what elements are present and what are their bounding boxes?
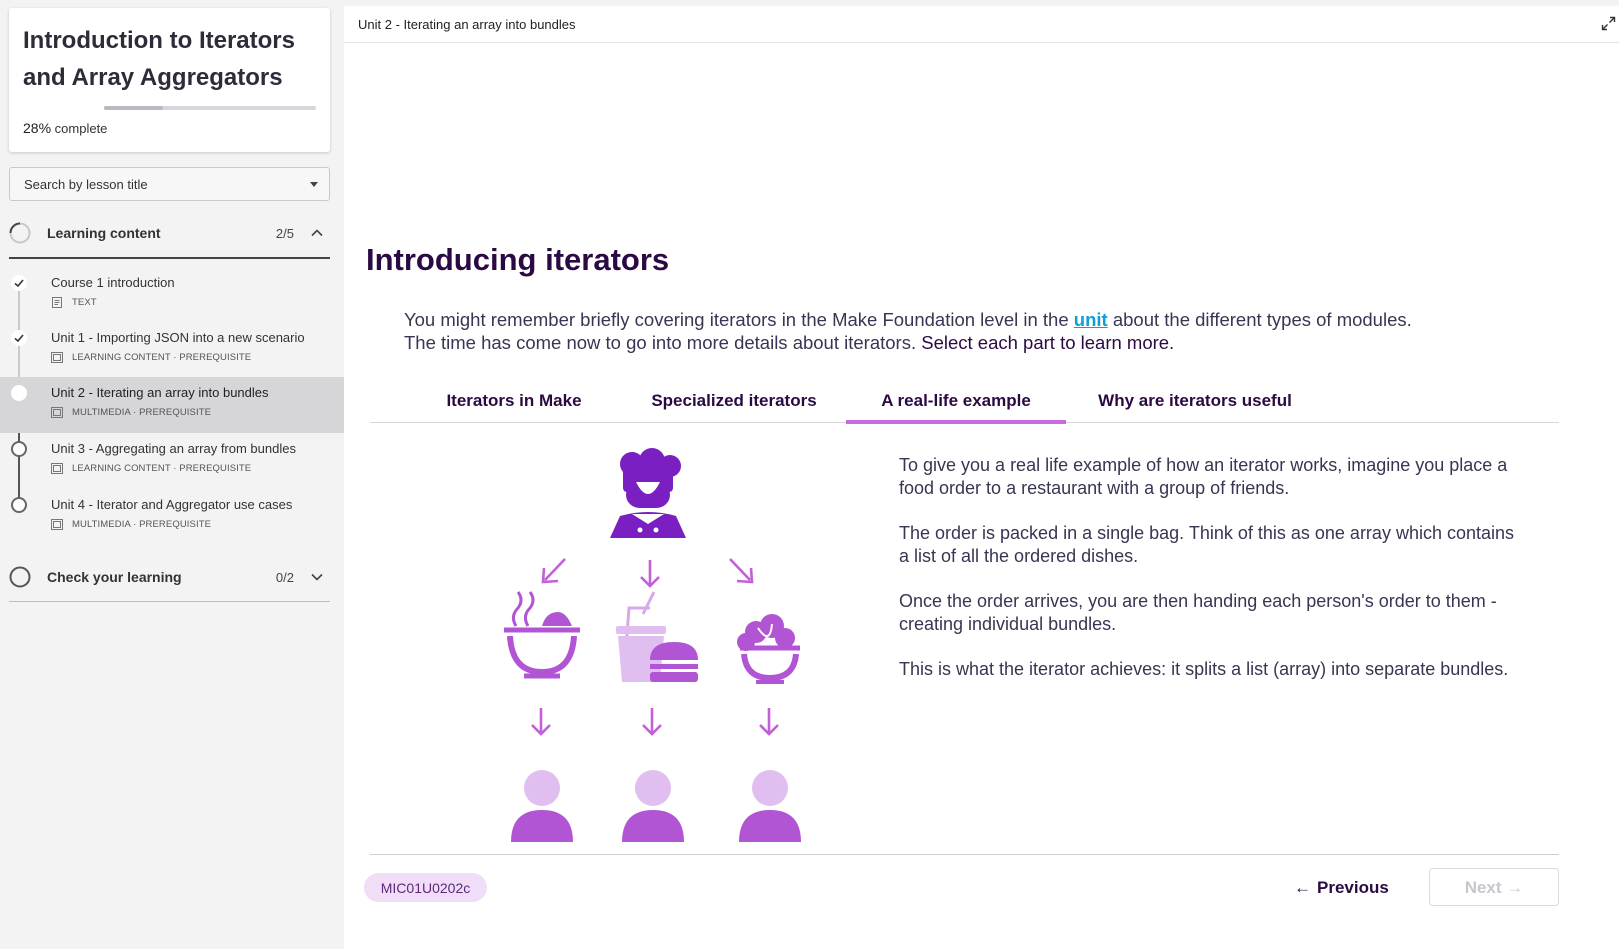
drink-burger-icon	[616, 591, 698, 682]
tab-iterators-in-make[interactable]: Iterators in Make	[405, 382, 623, 423]
tab-panel-text: To give you a real life example of how a…	[899, 454, 1519, 704]
breadcrumb: Unit 2 - Iterating an array into bundles	[358, 17, 576, 32]
lesson-title: Unit 3 - Aggregating an array from bundl…	[51, 441, 296, 456]
lesson-title: Unit 2 - Iterating an array into bundles	[51, 385, 269, 400]
document-icon	[52, 297, 62, 308]
expand-icon[interactable]	[1601, 16, 1616, 31]
course-card: Introduction to Iterators and Array Aggr…	[9, 8, 330, 152]
lesson-type: LEARNING CONTENT · PREREQUISITE	[72, 352, 252, 363]
person-icon	[739, 770, 801, 842]
progress-bar	[104, 106, 316, 110]
panel-paragraph: This is what the iterator achieves: it s…	[899, 659, 1509, 679]
progress-bar-fill	[104, 106, 164, 110]
lesson-type: TEXT	[72, 297, 97, 308]
lesson-item-course-introduction[interactable]: Course 1 introduction TEXT	[0, 267, 344, 323]
intro-instruction: Select each part to learn more.	[921, 331, 1175, 353]
intro-text: You might remember briefly covering iter…	[404, 309, 1074, 330]
section-label: Learning content	[47, 225, 161, 241]
progress-ring-icon	[9, 566, 31, 588]
progress-suffix: complete	[54, 121, 108, 136]
lesson-title: Unit 4 - Iterator and Aggregator use cas…	[51, 497, 293, 512]
lesson-title: Course 1 introduction	[51, 275, 175, 290]
arrow-down-icon	[759, 708, 779, 736]
section-header-check-your-learning[interactable]: Check your learning 0/2	[9, 555, 330, 600]
unit-link[interactable]: unit	[1074, 309, 1108, 330]
lesson-topbar: Unit 2 - Iterating an array into bundles	[344, 6, 1619, 43]
arrow-right-icon: →	[1506, 878, 1524, 897]
section-header-learning-content[interactable]: Learning content 2/5	[9, 211, 330, 256]
lesson-search-select[interactable]: Search by lesson title	[9, 167, 330, 201]
lesson-title: Unit 1 - Importing JSON into a new scena…	[51, 330, 305, 345]
progress-percent: 28%	[23, 120, 52, 136]
chevron-up-icon	[311, 229, 323, 237]
section-divider	[9, 257, 330, 259]
arrow-down-right-icon	[729, 558, 754, 584]
next-label: Next	[1464, 878, 1502, 897]
media-icon	[51, 352, 63, 363]
lesson-status-node	[11, 441, 27, 457]
chevron-down-icon	[311, 573, 323, 581]
chef-icon	[610, 448, 686, 538]
panel-paragraph: Once the order arrives, you are then han…	[899, 591, 1497, 634]
lesson-status-node	[11, 330, 27, 346]
lesson-item-unit-1[interactable]: Unit 1 - Importing JSON into a new scena…	[0, 322, 344, 378]
tab-real-life-example[interactable]: A real-life example	[846, 382, 1066, 424]
checkmark-icon	[14, 334, 24, 343]
lesson-type: MULTIMEDIA · PREREQUISITE	[72, 519, 212, 530]
lesson-content-panel: Unit 2 - Iterating an array into bundles…	[344, 6, 1619, 949]
checkmark-icon	[14, 279, 24, 288]
content-tabs: Iterators in Make Specialized iterators …	[370, 382, 1559, 424]
iterator-illustration	[504, 448, 801, 842]
media-icon	[51, 407, 63, 418]
tab-specialized-iterators[interactable]: Specialized iterators	[623, 382, 845, 423]
page-title: Introducing iterators	[366, 242, 670, 277]
person-icon	[622, 770, 684, 842]
lesson-item-unit-2-active[interactable]: Unit 2 - Iterating an array into bundles…	[0, 377, 344, 433]
lesson-item-unit-3[interactable]: Unit 3 - Aggregating an array from bundl…	[0, 433, 344, 489]
course-title: Introduction to Iterators and Array Aggr…	[23, 27, 295, 91]
intro-paragraph: You might remember briefly covering iter…	[404, 309, 1414, 354]
previous-label: Previous	[1317, 878, 1389, 897]
salad-bowl-icon	[737, 614, 800, 684]
arrow-down-left-icon	[541, 558, 566, 584]
arrow-left-icon: ←	[1294, 878, 1311, 897]
arrow-down-icon	[642, 708, 662, 736]
section-count: 0/2	[275, 570, 294, 585]
arrow-down-icon	[640, 560, 660, 588]
media-icon	[51, 463, 63, 474]
section-divider	[9, 601, 330, 602]
lesson-status-node	[11, 275, 27, 291]
lesson-item-unit-4[interactable]: Unit 4 - Iterator and Aggregator use cas…	[0, 489, 344, 545]
course-sidebar: Introduction to Iterators and Array Aggr…	[0, 0, 344, 949]
caret-down-icon	[310, 182, 318, 187]
arrow-down-icon	[531, 708, 551, 736]
media-icon	[51, 519, 63, 530]
footer-divider	[370, 854, 1559, 855]
lesson-search-placeholder: Search by lesson title	[24, 177, 148, 192]
previous-button[interactable]: ← Previous	[1294, 874, 1389, 902]
progress-ring-icon	[9, 222, 31, 244]
section-count: 2/5	[275, 226, 294, 241]
lesson-type: MULTIMEDIA · PREREQUISITE	[72, 407, 212, 418]
tab-why-iterators-useful[interactable]: Why are iterators useful	[1067, 382, 1323, 423]
soup-bowl-icon	[504, 591, 580, 679]
section-label: Check your learning	[47, 569, 182, 585]
progress-text: 28% complete	[23, 120, 107, 136]
lesson-status-node-current	[11, 385, 27, 401]
lesson-status-node	[11, 497, 27, 513]
person-icon	[511, 770, 573, 842]
panel-paragraph: To give you a real life example of how a…	[899, 455, 1508, 498]
panel-paragraph: The order is packed in a single bag. Thi…	[899, 523, 1515, 566]
lesson-type: LEARNING CONTENT · PREREQUISITE	[72, 463, 252, 474]
next-button[interactable]: Next →	[1429, 868, 1559, 906]
lesson-code-badge: MIC01U0202c	[364, 873, 487, 902]
